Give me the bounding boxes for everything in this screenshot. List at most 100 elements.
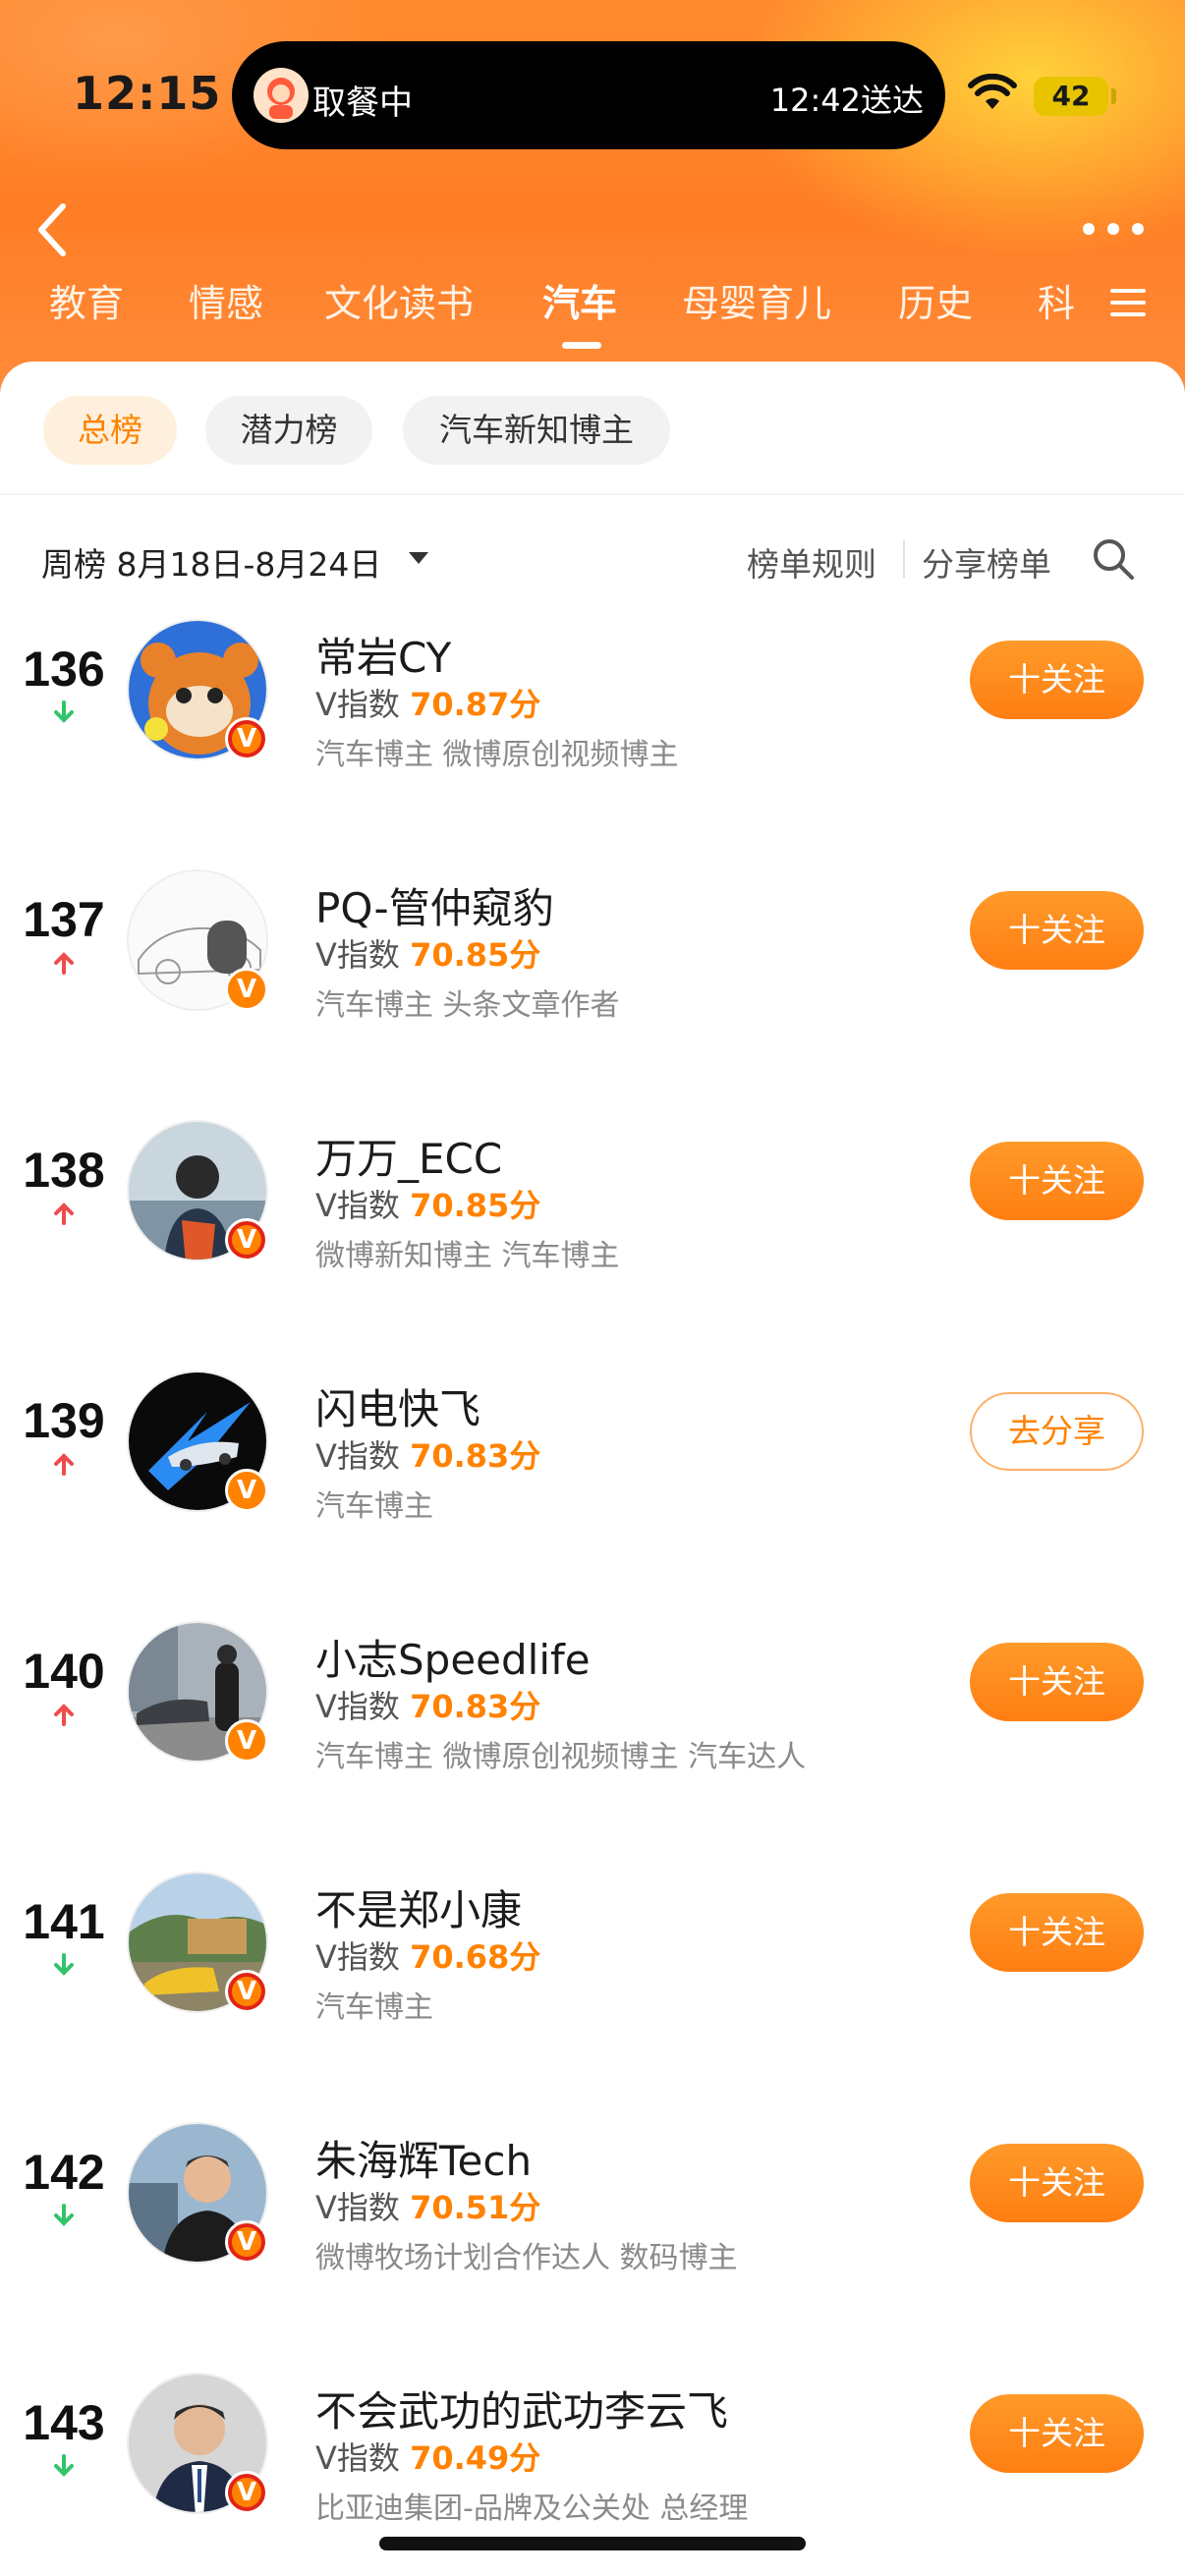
score-prefix: V指数 (315, 1187, 400, 1224)
follow-button[interactable]: 十关注 (970, 1643, 1144, 1721)
tab-auto[interactable]: 汽车 (542, 273, 617, 327)
period-selector[interactable]: 周榜 8月18日-8月24日 (41, 538, 381, 586)
blogger-name[interactable]: 常岩CY (315, 625, 451, 685)
blogger-name[interactable]: 朱海辉Tech (315, 2128, 532, 2188)
chip-auto-newknowledge[interactable]: 汽车新知博主 (403, 396, 670, 465)
back-icon[interactable] (29, 200, 79, 259)
score-line: V指数 70.51分 (315, 2183, 540, 2228)
list-item[interactable]: 140 V 小志Speedlife V指数 70.83分 汽车博主 微博原创视频… (0, 1592, 1185, 1818)
verified-badge-icon: V (225, 968, 268, 1011)
verified-badge-icon: V (225, 717, 268, 760)
tab-history[interactable]: 历史 (898, 273, 973, 327)
trend-up-icon (51, 950, 77, 976)
score-value: 70.85分 (410, 936, 541, 974)
verified-badge-icon: V (225, 1469, 268, 1512)
wifi-icon (968, 73, 1017, 115)
score-prefix: V指数 (315, 2189, 400, 2226)
blogger-tags: 汽车博主 微博原创视频博主 (315, 738, 679, 772)
tab-science[interactable]: 科 (1038, 273, 1075, 327)
more-icon[interactable] (1079, 214, 1148, 244)
verified-badge-icon: V (225, 2220, 268, 2264)
list-item[interactable]: 142 V 朱海辉Tech V指数 70.51分 微博牧场计划合作达人 数码博主… (0, 2093, 1185, 2319)
share-button[interactable]: 去分享 (970, 1392, 1144, 1471)
verified-badge-icon: V (225, 2471, 268, 2514)
blogger-name[interactable]: 万万_ECC (315, 1126, 502, 1186)
score-line: V指数 70.68分 (315, 1932, 540, 1978)
trend-up-icon (51, 1201, 77, 1226)
list-item[interactable]: 136 V 常岩CY V指数 70.87分 汽车博主 微博原创视频博主 十关注 (0, 589, 1185, 815)
blogger-name[interactable]: 不会武功的武功李云飞 (315, 2379, 728, 2438)
home-indicator[interactable] (379, 2537, 806, 2550)
follow-button[interactable]: 十关注 (970, 1142, 1144, 1220)
trend-up-icon (51, 1702, 77, 1727)
rank-number: 139 (23, 1393, 105, 1448)
trend-down-icon (51, 700, 77, 725)
blogger-tags: 汽车博主 (315, 1990, 433, 2025)
verified-badge-icon: V (225, 1218, 268, 1261)
score-prefix: V指数 (315, 1938, 400, 1976)
follow-button[interactable]: 十关注 (970, 2144, 1144, 2222)
active-tab-indicator (562, 342, 601, 349)
battery-cap (1111, 88, 1116, 104)
activity-eta: 12:42送达 (769, 82, 924, 119)
rank-number: 143 (23, 2395, 105, 2450)
blogger-name[interactable]: PQ-管仲窥豹 (315, 875, 554, 935)
rules-link[interactable]: 榜单规则 (747, 538, 876, 586)
verified-badge-icon: V (225, 1970, 268, 2013)
tab-parenting[interactable]: 母婴育儿 (682, 273, 831, 327)
follow-button[interactable]: 十关注 (970, 2394, 1144, 2473)
blogger-tags: 比亚迪集团-品牌及公关处 总经理 (315, 2492, 749, 2526)
list-item[interactable]: 139 V 闪电快飞 V指数 70.83分 汽车博主 去分享 (0, 1341, 1185, 1567)
score-line: V指数 70.87分 (315, 680, 540, 725)
score-value: 70.83分 (410, 1437, 541, 1475)
score-prefix: V指数 (315, 936, 400, 974)
menu-icon[interactable] (1108, 283, 1148, 322)
blogger-name[interactable]: 小志Speedlife (315, 1627, 591, 1687)
list-item[interactable]: 137 V PQ-管仲窥豹 V指数 70.85分 汽车博主 头条文章作者 十关注 (0, 840, 1185, 1066)
list-item[interactable]: 138 V 万万_ECC V指数 70.85分 微博新知博主 汽车博主 十关注 (0, 1091, 1185, 1316)
score-value: 70.85分 (410, 1187, 541, 1224)
follow-button[interactable]: 十关注 (970, 891, 1144, 970)
rank-number: 140 (23, 1644, 105, 1699)
blogger-tags: 微博牧场计划合作达人 数码博主 (315, 2241, 738, 2275)
chip-potential[interactable]: 潜力榜 (205, 396, 372, 465)
score-value: 70.83分 (410, 1688, 541, 1725)
category-tabs: 教育 情感 文化读书 汽车 母婴育儿 历史 科 (0, 273, 1185, 352)
trend-down-icon (51, 1952, 77, 1978)
score-value: 70.51分 (410, 2189, 541, 2226)
trend-up-icon (51, 1451, 77, 1477)
score-prefix: V指数 (315, 2439, 400, 2477)
blogger-name[interactable]: 闪电快飞 (315, 1376, 480, 1436)
rank-number: 137 (23, 892, 105, 947)
follow-button[interactable]: 十关注 (970, 1893, 1144, 1972)
rank-number: 141 (23, 1894, 105, 1949)
trend-down-icon (51, 2203, 77, 2228)
blogger-name[interactable]: 不是郑小康 (315, 1877, 522, 1937)
toolbar-separator (903, 540, 905, 578)
score-line: V指数 70.49分 (315, 2434, 540, 2479)
tab-emotion[interactable]: 情感 (189, 273, 263, 327)
delivery-rider-icon (254, 68, 309, 123)
score-value: 70.49分 (410, 2439, 541, 2477)
rank-number: 142 (23, 2145, 105, 2200)
chip-overall[interactable]: 总榜 (43, 396, 177, 465)
score-prefix: V指数 (315, 1688, 400, 1725)
rank-number: 138 (23, 1143, 105, 1198)
list-item[interactable]: 141 V 不是郑小康 V指数 70.68分 汽车博主 十关注 (0, 1842, 1185, 2068)
score-prefix: V指数 (315, 686, 400, 723)
caret-down-icon[interactable] (409, 552, 428, 564)
score-value: 70.68分 (410, 1938, 541, 1976)
score-prefix: V指数 (315, 1437, 400, 1475)
tab-culture-reading[interactable]: 文化读书 (324, 273, 474, 327)
tab-education[interactable]: 教育 (49, 273, 124, 327)
blogger-tags: 汽车博主 (315, 1489, 433, 1524)
blogger-tags: 汽车博主 微博原创视频博主 汽车达人 (315, 1740, 807, 1774)
verified-badge-icon: V (225, 1719, 268, 1763)
list-item[interactable]: 143 V 不会武功的武功李云飞 V指数 70.49分 比亚迪集团-品牌及公关处… (0, 2343, 1185, 2569)
score-line: V指数 70.83分 (315, 1682, 540, 1727)
live-activity-island[interactable]: 取餐中 12:42送达 (232, 41, 945, 149)
follow-button[interactable]: 十关注 (970, 641, 1144, 719)
divider (0, 493, 1185, 495)
search-icon[interactable] (1091, 536, 1136, 586)
share-list-link[interactable]: 分享榜单 (922, 538, 1051, 586)
